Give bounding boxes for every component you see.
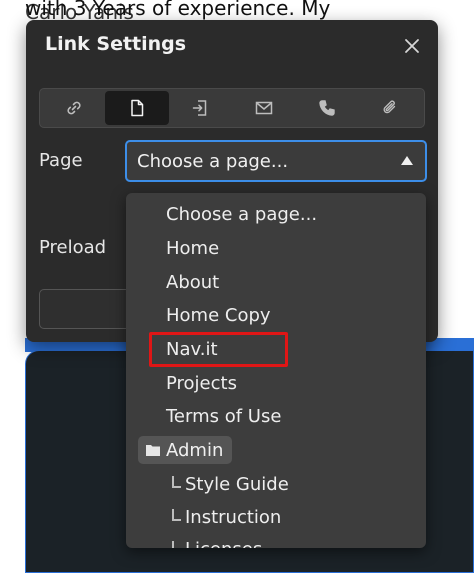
option-licenses-label: Licenses xyxy=(185,539,262,548)
option-instruction-label: Instruction xyxy=(185,507,282,528)
link-icon xyxy=(67,101,81,115)
option-projects[interactable]: Projects xyxy=(166,369,237,399)
section-icon xyxy=(193,100,207,116)
sub-item-icon xyxy=(172,509,181,521)
option-home[interactable]: Home xyxy=(166,234,219,264)
sub-item-icon xyxy=(172,476,181,488)
option-about[interactable]: About xyxy=(166,268,219,298)
tab-url[interactable] xyxy=(42,91,105,125)
option-home-copy[interactable]: Home Copy xyxy=(166,301,271,331)
page-label: Page xyxy=(39,150,83,171)
option-choose-page[interactable]: Choose a page... xyxy=(166,200,317,230)
preload-label: Preload xyxy=(39,237,107,258)
attachment-icon xyxy=(383,100,396,114)
page-icon xyxy=(131,99,144,117)
phone-icon xyxy=(319,100,335,116)
option-style-guide[interactable]: Style Guide xyxy=(172,470,289,500)
link-type-tabs xyxy=(39,88,425,128)
tab-phone[interactable] xyxy=(295,91,358,125)
tab-asset[interactable] xyxy=(359,91,422,125)
folder-admin[interactable]: Admin xyxy=(138,436,233,464)
tab-page-section[interactable] xyxy=(169,91,232,125)
caret-up-icon xyxy=(401,156,413,165)
sub-item-icon xyxy=(172,541,181,548)
page-select[interactable]: Choose a page... xyxy=(125,140,427,182)
tab-page[interactable] xyxy=(105,91,169,125)
email-icon xyxy=(255,101,272,115)
option-terms-of-use[interactable]: Terms of Use xyxy=(166,402,281,432)
folder-icon xyxy=(146,445,160,456)
option-style-guide-label: Style Guide xyxy=(185,474,289,495)
panel-title: Link Settings xyxy=(45,33,187,55)
close-icon xyxy=(405,39,419,53)
option-licenses[interactable]: Licenses xyxy=(172,535,262,548)
option-nav-it[interactable]: Nav.it xyxy=(166,335,218,365)
option-instruction[interactable]: Instruction xyxy=(172,503,281,533)
close-button[interactable] xyxy=(400,34,424,58)
tab-email[interactable] xyxy=(232,91,295,125)
page-dropdown-list: Choose a page... Home About Home Copy Na… xyxy=(126,193,426,548)
page-select-value: Choose a page... xyxy=(137,150,289,172)
folder-admin-label: Admin xyxy=(166,439,224,461)
